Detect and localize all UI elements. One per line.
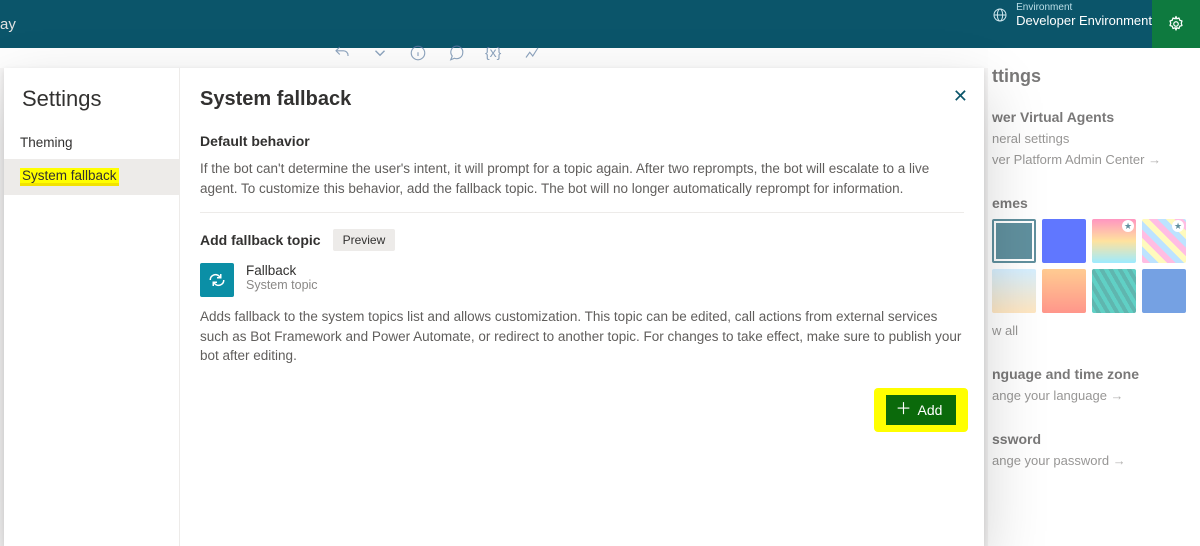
- theme-swatch[interactable]: [1042, 269, 1086, 313]
- add-button-highlight: ＋ Add: [874, 388, 968, 432]
- nav-item-theming[interactable]: Theming: [4, 126, 179, 159]
- variable-icon[interactable]: {x}: [485, 44, 503, 62]
- add-button-label: Add: [918, 402, 943, 418]
- chat-icon[interactable]: [447, 44, 465, 62]
- theme-swatch[interactable]: [1142, 269, 1186, 313]
- theme-swatch[interactable]: [992, 269, 1036, 313]
- gear-icon: [1167, 15, 1185, 33]
- flyout-link-password[interactable]: ange your password: [988, 453, 1200, 468]
- app-name-fragment: ay: [0, 16, 16, 33]
- default-behavior-heading: Default behavior: [200, 133, 964, 149]
- environment-selector[interactable]: Environment Developer Environment: [992, 2, 1152, 28]
- loop-icon: [208, 271, 226, 289]
- flyout-section-language: nguage and time zone: [988, 366, 1200, 382]
- settings-nav: Settings Theming System fallback: [4, 68, 180, 546]
- settings-flyout-title: ttings: [988, 66, 1200, 87]
- add-button[interactable]: ＋ Add: [886, 395, 957, 425]
- divider: [200, 212, 964, 213]
- flyout-link-show-all[interactable]: w all: [988, 323, 1200, 338]
- theme-swatch[interactable]: [1092, 269, 1136, 313]
- preview-badge: Preview: [333, 229, 396, 251]
- undo-icon[interactable]: [333, 44, 351, 62]
- theme-thumbnails: [988, 211, 1198, 313]
- theme-swatch[interactable]: [1042, 219, 1086, 263]
- theme-swatch[interactable]: [1092, 219, 1136, 263]
- app-header: ay Environment Developer Environment ?: [0, 0, 1200, 48]
- fallback-description: Adds fallback to the system topics list …: [200, 307, 964, 366]
- settings-content: ✕ System fallback Default behavior If th…: [180, 68, 984, 546]
- nav-item-system-fallback[interactable]: System fallback: [4, 159, 179, 195]
- close-icon[interactable]: ✕: [953, 86, 968, 107]
- info-icon[interactable]: [409, 44, 427, 62]
- settings-flyout: ttings wer Virtual Agents neral settings…: [988, 48, 1200, 546]
- flyout-section-agents: wer Virtual Agents: [988, 109, 1200, 125]
- nav-item-label: System fallback: [20, 168, 119, 186]
- environment-value: Developer Environment: [1016, 14, 1152, 29]
- analytics-icon[interactable]: [523, 44, 541, 62]
- flyout-section-themes: emes: [988, 195, 1200, 211]
- theme-swatch[interactable]: [1142, 219, 1186, 263]
- theme-swatch[interactable]: [992, 219, 1036, 263]
- fallback-topic-icon: [200, 263, 234, 297]
- default-behavior-text: If the bot can't determine the user's in…: [200, 159, 964, 198]
- fallback-topic-name: Fallback: [246, 263, 318, 278]
- settings-modal: Settings Theming System fallback ✕ Syste…: [4, 68, 984, 546]
- plus-icon: ＋: [896, 402, 912, 418]
- flyout-section-password: ssword: [988, 431, 1200, 447]
- settings-button[interactable]: [1152, 0, 1200, 48]
- flyout-link-general[interactable]: neral settings: [988, 131, 1200, 146]
- chevron-down-icon[interactable]: [371, 44, 389, 62]
- globe-icon: [992, 7, 1008, 23]
- flyout-link-admin-center[interactable]: ver Platform Admin Center: [988, 152, 1200, 167]
- settings-nav-title: Settings: [4, 86, 179, 126]
- nav-item-label: Theming: [20, 135, 73, 150]
- fallback-topic-subtitle: System topic: [246, 278, 318, 292]
- flyout-link-language[interactable]: ange your language: [988, 388, 1200, 403]
- environment-label: Environment: [1016, 2, 1152, 14]
- add-fallback-heading: Add fallback topic: [200, 232, 321, 248]
- fallback-topic-row: Fallback System topic: [200, 263, 964, 297]
- content-title: System fallback: [200, 88, 964, 111]
